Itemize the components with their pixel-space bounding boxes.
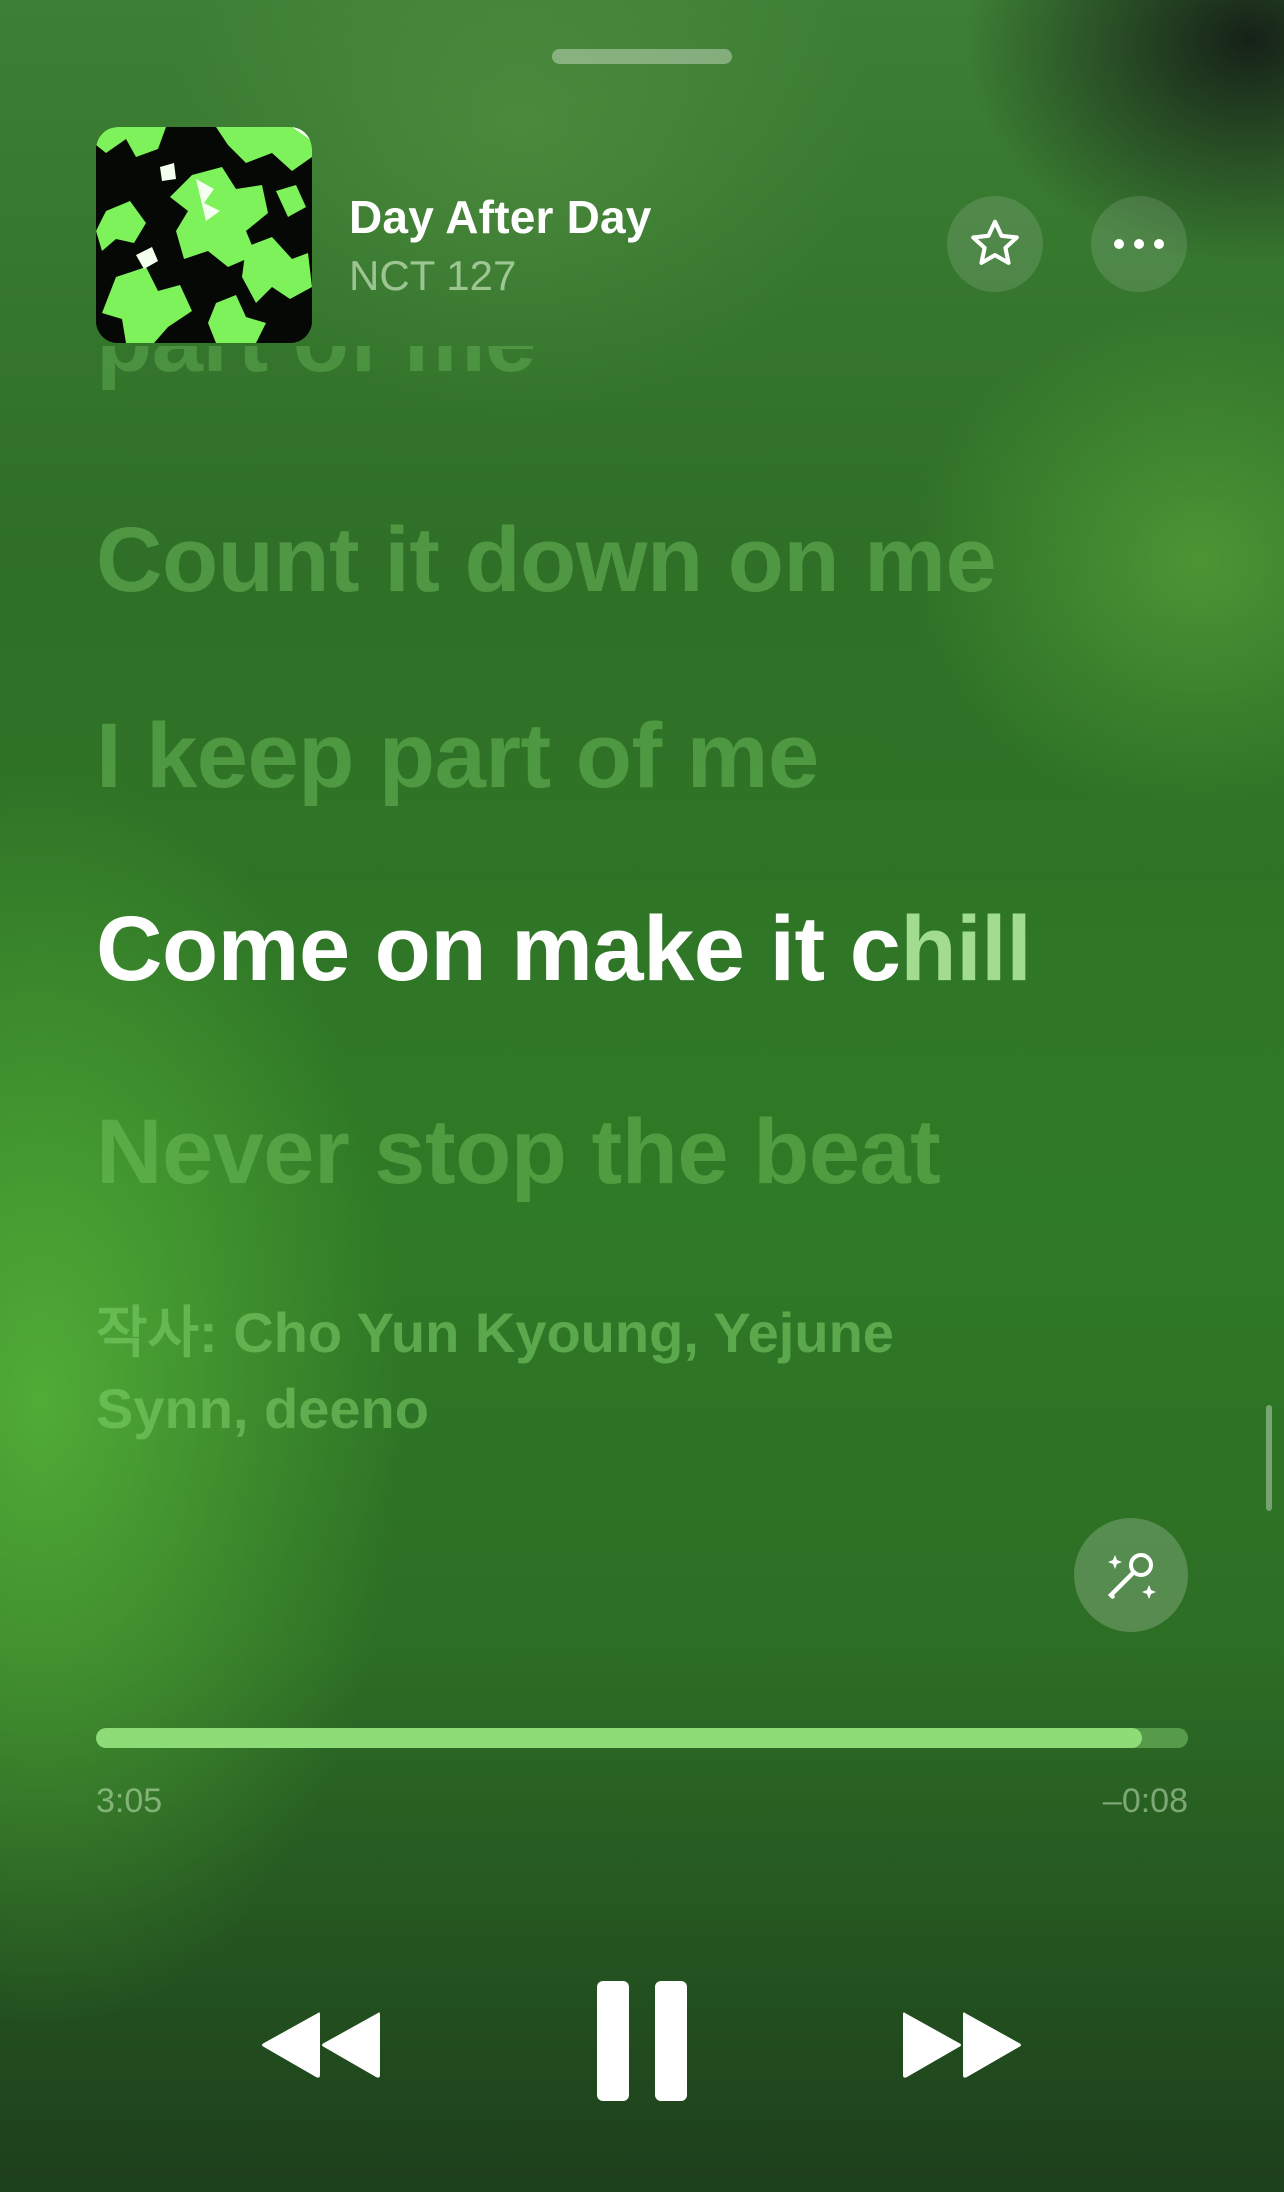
elapsed-time: 3:05 [96,1782,163,1820]
sheet-grabber-handle[interactable] [552,49,732,64]
pause-icon [597,1981,687,2101]
lyric-previous-clip: part of me [0,346,1284,402]
star-icon [971,219,1019,265]
track-title[interactable]: Day After Day [349,190,652,244]
lyric-unsung-text: hill [900,898,1032,1000]
rewind-icon [262,2012,380,2078]
album-artwork-pattern [96,127,312,343]
lyric-line[interactable]: Count it down on me [96,508,997,613]
favorite-button[interactable] [947,196,1043,292]
lyric-sung-text: Come on make it c [96,898,901,1000]
lyric-line[interactable]: Never stop the beat [96,1100,941,1205]
lyric-line-current[interactable]: Come on make it chill [96,897,1032,1002]
sing-button[interactable] [1074,1518,1188,1632]
lyric-line[interactable]: I keep part of me [96,704,819,809]
fast-forward-button[interactable] [898,2000,1028,2090]
microphone-sparkle-icon [1107,1553,1156,1599]
album-artwork[interactable] [96,127,312,343]
more-options-button[interactable] [1091,196,1187,292]
rewind-button[interactable] [255,2000,385,2090]
lyrics-credits: 작사: Cho Yun Kyoung, Yejune Synn, deeno [96,1301,894,1440]
fast-forward-icon [903,2012,1021,2078]
ellipsis-icon [1114,239,1164,249]
pause-button[interactable] [590,1978,694,2104]
lyric-line-previous-partial[interactable]: part of me [96,346,536,393]
scroll-indicator[interactable] [1266,1405,1272,1511]
track-artist[interactable]: NCT 127 [349,252,516,300]
playback-progress-bar[interactable] [96,1728,1188,1748]
remaining-time: –0:08 [1102,1782,1188,1820]
playback-progress-fill [96,1728,1143,1748]
